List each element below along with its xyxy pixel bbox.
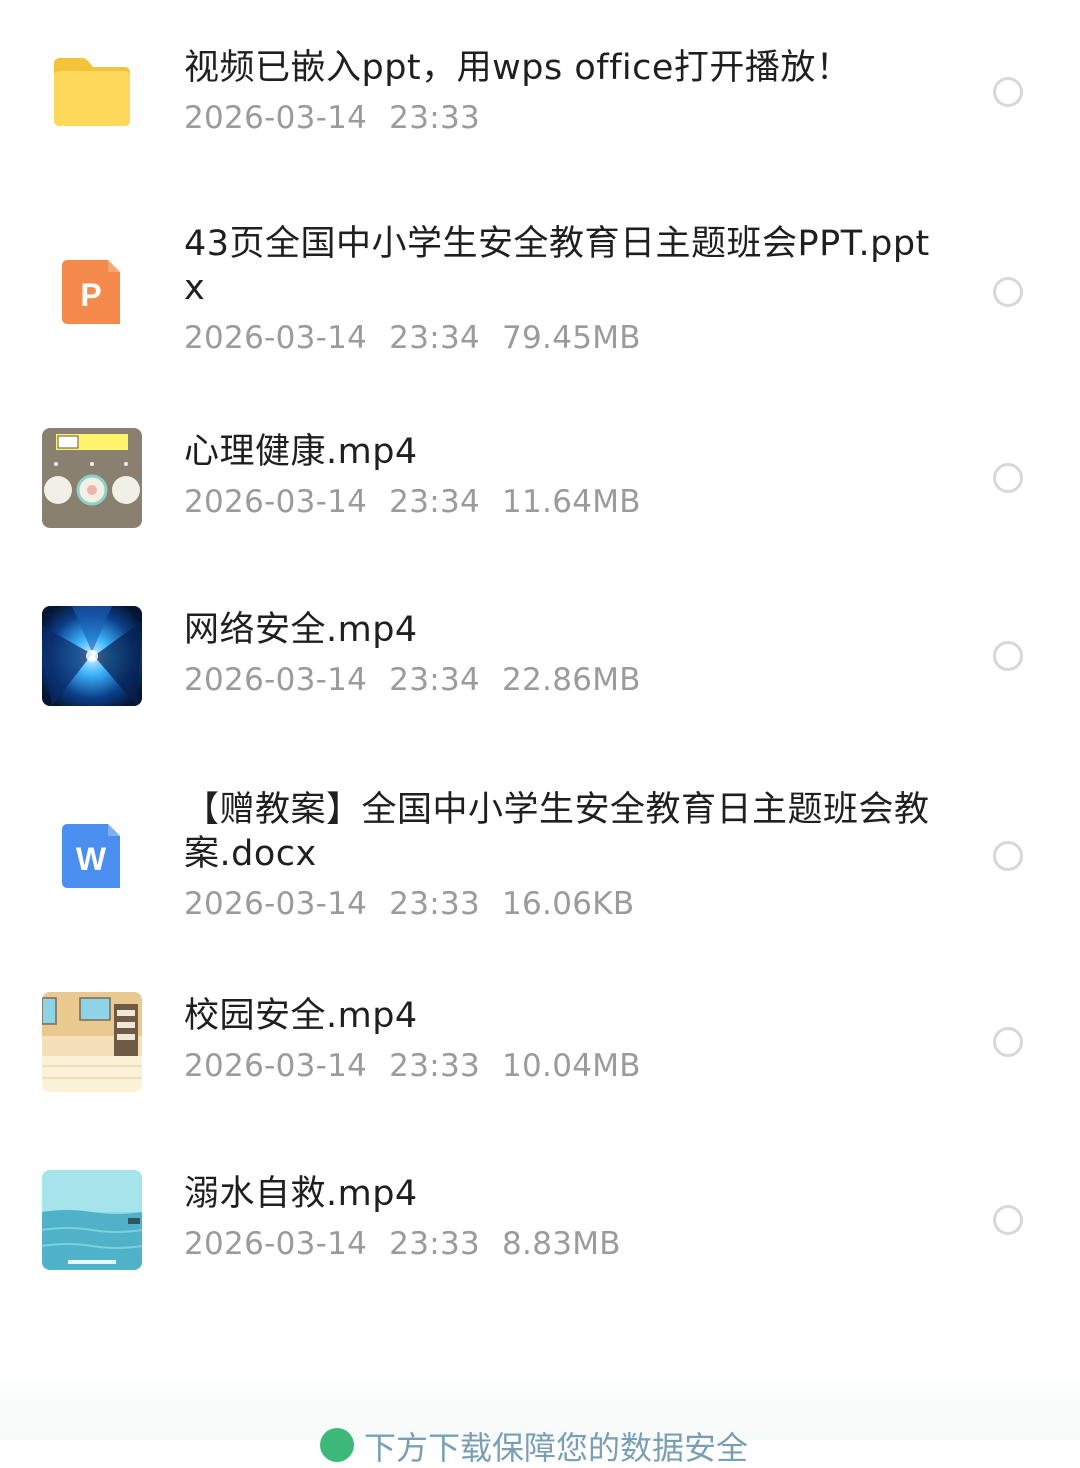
select-radio[interactable] [993,1027,1023,1057]
file-size: 22.86MB [502,662,641,698]
file-name: 网络安全.mp4 [184,610,418,650]
file-date: 2026-03-14 [184,662,368,698]
file-name: 溺水自救.mp4 [184,1174,418,1214]
file-size: 11.64MB [502,484,641,520]
folder-icon [42,42,142,142]
file-date: 2026-03-14 [184,886,368,922]
file-time: 23:33 [389,886,481,922]
select-radio[interactable] [993,841,1023,871]
file-meta: 2026-03-14 23:33 10.04MB [184,1046,944,1086]
file-meta: 2026-03-14 23:33 [184,98,944,138]
file-date: 2026-03-14 [184,1048,368,1084]
file-meta: 2026-03-14 23:34 11.64MB [184,482,944,522]
svg-text:W: W [76,841,107,877]
file-meta: 2026-03-14 23:34 22.86MB [184,660,944,700]
svg-text:P: P [80,277,101,313]
file-name: 视频已嵌入ppt，用wps office打开播放！ [184,48,852,88]
video-thumbnail-icon [42,1170,142,1270]
file-date: 2026-03-14 [184,1226,368,1262]
file-name: 心理健康.mp4 [184,432,418,472]
file-date: 2026-03-14 [184,100,368,136]
security-banner: 下方下载保障您的数据安全 [320,1428,748,1468]
file-time: 23:33 [389,100,481,136]
wps-writer-icon: W [42,806,142,906]
select-radio[interactable] [993,277,1023,307]
video-thumbnail-icon [42,606,142,706]
file-meta: 2026-03-14 23:34 79.45MB [184,318,944,358]
file-size: 8.83MB [502,1226,621,1262]
file-name: 【赠教案】全国中小学生安全教育日主题班会教案.docx [184,790,930,874]
shield-icon [320,1428,354,1462]
file-size: 16.06KB [502,886,635,922]
file-date: 2026-03-14 [184,484,368,520]
file-time: 23:34 [389,484,481,520]
file-time: 23:34 [389,320,481,356]
file-time: 23:33 [389,1226,481,1262]
video-thumbnail-icon [42,992,142,1092]
file-size: 10.04MB [502,1048,641,1084]
file-name: 校园安全.mp4 [184,996,418,1036]
file-size: 79.45MB [502,320,641,356]
wps-presentation-icon: P [42,242,142,342]
select-radio[interactable] [993,1205,1023,1235]
select-radio[interactable] [993,641,1023,671]
file-meta: 2026-03-14 23:33 8.83MB [184,1224,944,1264]
file-name: 43页全国中小学生安全教育日主题班会PPT.pptx [184,224,930,308]
video-thumbnail-icon [42,428,142,528]
file-time: 23:33 [389,1048,481,1084]
select-radio[interactable] [993,77,1023,107]
security-banner-text: 下方下载保障您的数据安全 [364,1429,749,1467]
file-time: 23:34 [389,662,481,698]
file-meta: 2026-03-14 23:33 16.06KB [184,884,944,924]
select-radio[interactable] [993,463,1023,493]
file-date: 2026-03-14 [184,320,368,356]
